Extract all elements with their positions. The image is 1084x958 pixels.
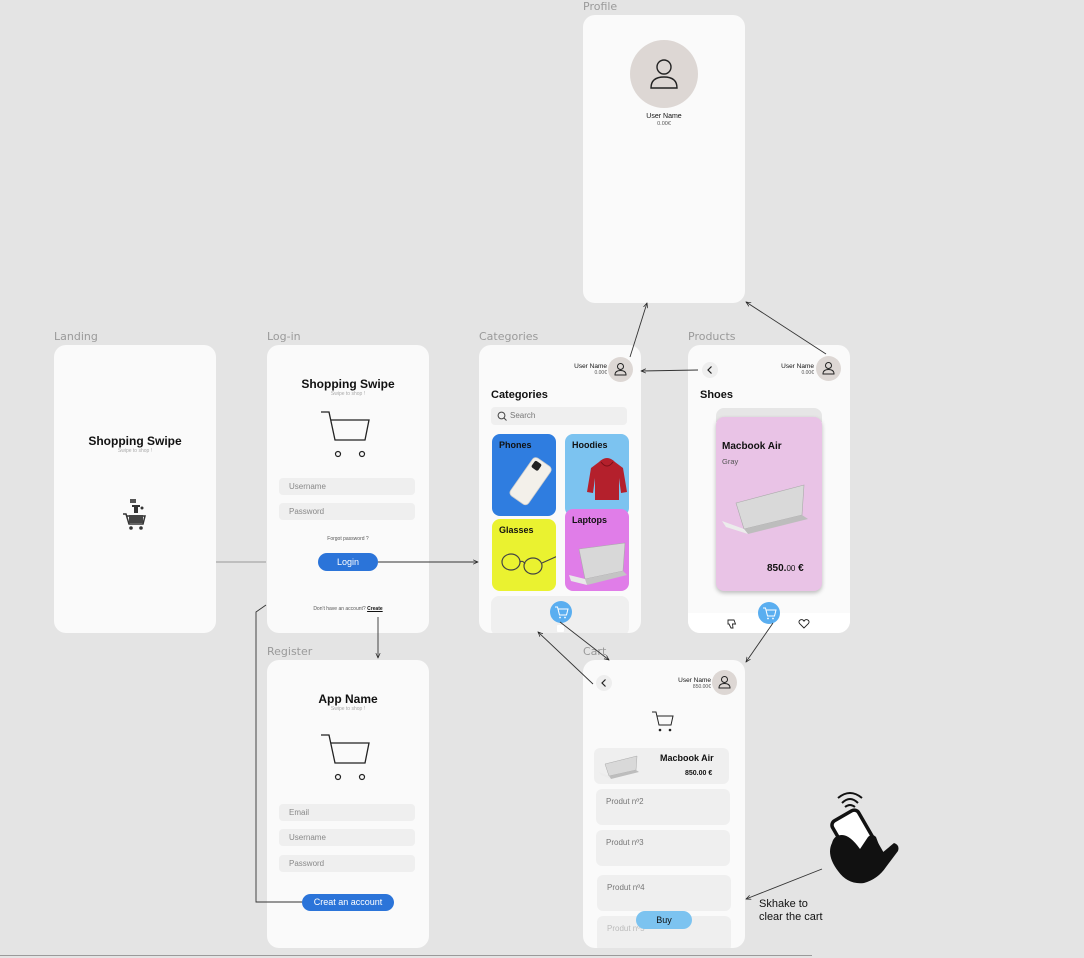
- arrow-cart-to-categories: [538, 632, 594, 685]
- arrow-products-to-categories: [641, 370, 699, 371]
- arrow-products-to-cart: [746, 622, 774, 662]
- arrow-shake-to-cart: [746, 868, 823, 899]
- arrow-register-to-login: [255, 604, 302, 903]
- flow-arrows: [216, 0, 827, 903]
- bottom-divider: [0, 955, 812, 956]
- arrow-categories-to-cart: [559, 621, 609, 660]
- arrow-products-to-profile: [746, 302, 827, 355]
- arrow-categories-to-profile: [629, 303, 647, 358]
